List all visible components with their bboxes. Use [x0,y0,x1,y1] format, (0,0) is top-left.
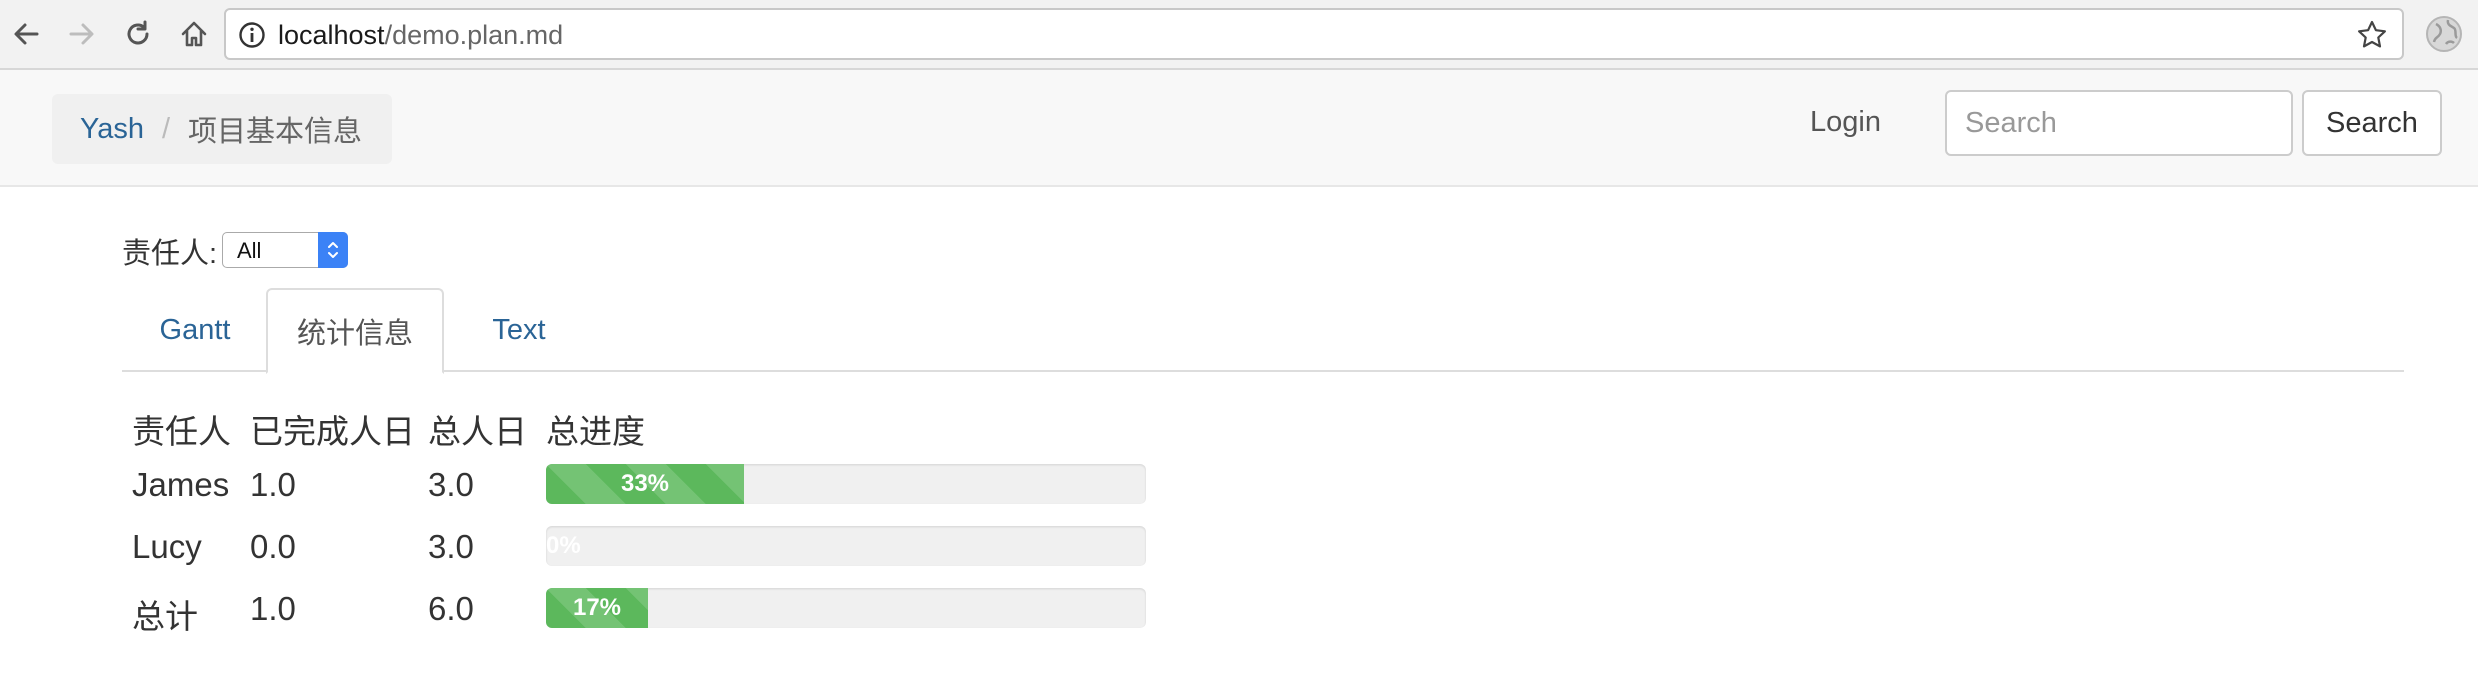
breadcrumb-current: 项目基本信息 [188,116,363,148]
reload-icon[interactable] [118,14,158,54]
view-tabs: Gantt 统计信息 Text [122,288,2404,374]
assignee-filter-value: All [237,238,262,263]
url-text[interactable]: localhost/demo.plan.md [278,20,563,51]
row-2-assignee: Lucy [132,528,202,565]
row-3-completed: 1.0 [250,590,296,627]
home-icon[interactable] [174,14,214,54]
star-icon[interactable] [2356,19,2388,56]
select-arrows-icon [318,232,348,268]
row-1-assignee: James [132,466,230,503]
breadcrumb-home-link[interactable]: Yash [80,113,144,146]
browser-toolbar: localhost/demo.plan.md [0,0,2478,70]
tab-statistics[interactable]: 统计信息 [266,288,444,374]
row-1-completed: 1.0 [250,466,296,503]
row-3-progress-bar: 17% [546,588,648,628]
assignee-filter-select[interactable]: All [222,232,348,268]
header-total-progress: 总进度 [546,413,645,450]
globe-icon[interactable] [2424,14,2464,59]
header-completed-days: 已完成人日 [250,413,415,450]
row-1-progress: 33% [546,464,1146,504]
row-1-total: 3.0 [428,466,474,503]
tab-gantt[interactable]: Gantt [122,288,268,372]
breadcrumb: Yash / 项目基本信息 [52,94,392,164]
address-bar[interactable]: localhost/demo.plan.md [224,8,2404,60]
info-icon[interactable] [238,21,266,54]
row-2-progress-bar: 0% [546,532,581,559]
forward-icon[interactable] [62,14,102,54]
search-input[interactable] [1945,90,2293,156]
row-2-completed: 0.0 [250,528,296,565]
url-path: /demo.plan.md [384,20,564,50]
row-2-total: 3.0 [428,528,474,565]
url-host: localhost [278,20,385,50]
back-icon[interactable] [6,14,46,54]
breadcrumb-separator: / [161,112,171,145]
row-3-assignee: 总计 [132,598,198,635]
row-2-progress: 0% [546,526,1146,566]
tab-text[interactable]: Text [444,288,594,372]
row-1-progress-bar: 33% [546,464,744,504]
login-link[interactable]: Login [1810,106,1881,139]
header-total-days: 总人日 [428,413,527,450]
header-assignee: 责任人 [132,413,231,450]
search-button[interactable]: Search [2302,90,2442,156]
app-navbar: Yash / 项目基本信息 Login Search [0,70,2478,187]
row-3-total: 6.0 [428,590,474,627]
row-3-progress: 17% [546,588,1146,628]
assignee-filter-label: 责任人: [122,238,218,270]
